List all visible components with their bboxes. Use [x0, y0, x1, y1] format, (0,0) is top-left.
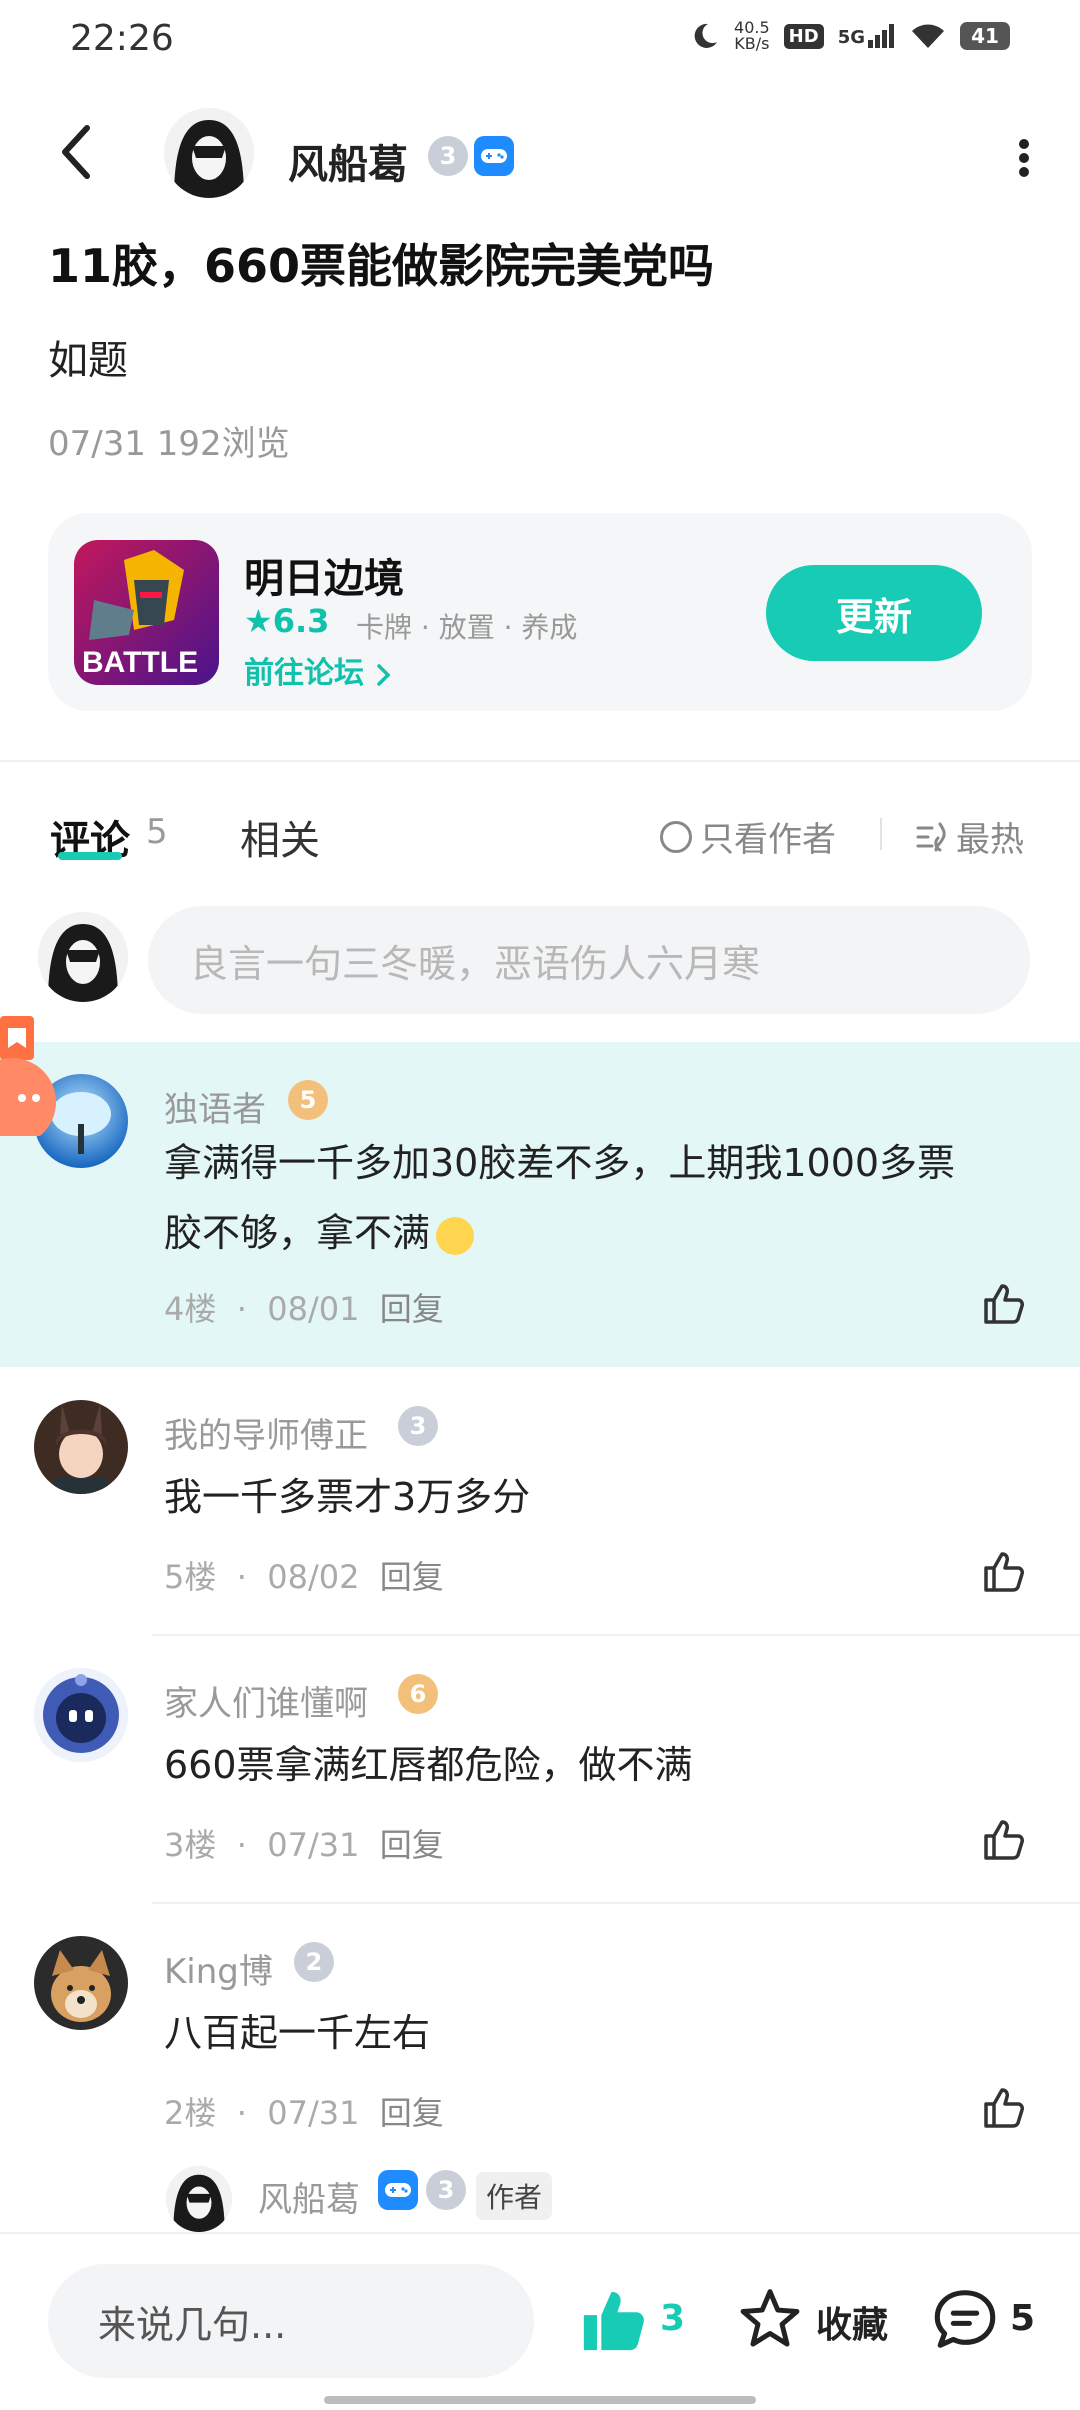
game-rating: ★6.3	[244, 602, 330, 640]
hd-badge: HD	[783, 23, 824, 49]
more-icon[interactable]	[1018, 138, 1030, 178]
thumbs-up-icon[interactable]	[980, 1816, 1028, 1864]
signal-5g-icon: 5G	[838, 24, 896, 48]
gamepad-icon	[378, 2170, 418, 2210]
avatar[interactable]	[166, 2166, 232, 2232]
gamepad-icon	[474, 136, 514, 176]
tab-comment-count: 5	[146, 812, 168, 852]
tab-related[interactable]: 相关	[240, 808, 320, 866]
author-avatar[interactable]	[164, 108, 254, 198]
forum-link[interactable]: 前往论坛	[244, 648, 394, 692]
comment-meta: 2楼 · 07/31 回复	[164, 2094, 444, 2132]
game-name: 明日边境	[244, 556, 404, 602]
game-icon[interactable]: BATTLE	[74, 540, 219, 685]
tab-separator	[880, 818, 882, 850]
author-name[interactable]: 风船葛	[288, 132, 408, 190]
status-time: 22:26	[70, 18, 174, 59]
moon-icon	[694, 23, 718, 48]
thumbs-up-filled-icon[interactable]	[578, 2286, 648, 2356]
thumbs-up-icon[interactable]	[980, 2084, 1028, 2132]
thumbs-up-icon[interactable]	[980, 1280, 1028, 1328]
level-badge: 3	[398, 1406, 438, 1446]
level-badge: 2	[294, 1942, 334, 1982]
level-badge: 3	[428, 136, 468, 176]
sweat-emoji-icon	[436, 1216, 475, 1255]
reply-author[interactable]: 风船葛	[258, 2172, 360, 2221]
comment-meta: 5楼 · 08/02 回复	[164, 1558, 444, 1596]
reply-button[interactable]: 回复	[380, 1826, 444, 1864]
post-meta: 07/31 192浏览	[48, 424, 290, 464]
only-author-toggle[interactable]: 只看作者	[660, 812, 836, 861]
like-count: 3	[660, 2298, 686, 2339]
sort-icon	[916, 822, 946, 851]
post-title: 11胶，660票能做影院完美党吗	[48, 239, 715, 293]
level-badge: 5	[288, 1080, 328, 1120]
post-body: 如题	[48, 338, 128, 384]
comment-text: 660票拿满红唇都危险，做不满	[164, 1743, 693, 1787]
avatar[interactable]	[34, 1400, 128, 1494]
reply-button[interactable]: 回复	[380, 1290, 444, 1328]
author-tag: 作者	[476, 2172, 553, 2220]
star-outline-icon[interactable]	[736, 2286, 804, 2354]
comment-divider	[152, 1902, 1080, 1904]
sort-button[interactable]: 最热	[914, 812, 1024, 861]
star-icon: ★	[244, 602, 273, 640]
avatar[interactable]	[34, 1936, 128, 2030]
net-speed: 40.5 KB/s	[734, 18, 770, 53]
comment-meta: 4楼 · 08/01 回复	[164, 1290, 444, 1328]
floating-widget[interactable]	[0, 1016, 70, 1146]
thumbs-up-icon[interactable]	[980, 1548, 1028, 1596]
radio-icon	[660, 820, 692, 853]
update-button[interactable]: 更新	[766, 565, 982, 661]
level-badge: 3	[426, 2170, 466, 2210]
avatar[interactable]	[34, 1668, 128, 1762]
back-arrow-icon[interactable]	[55, 122, 95, 182]
tab-underline	[58, 852, 122, 860]
level-badge: 6	[398, 1674, 438, 1714]
home-indicator[interactable]	[324, 2396, 756, 2404]
comment-text: 拿满得一千多加30胶差不多，上期我1000多票 胶不够，拿不满	[164, 1141, 956, 1255]
bottom-comment-input[interactable]: 来说几句...	[48, 2264, 534, 2378]
reply-button[interactable]: 回复	[380, 1558, 444, 1596]
my-avatar	[38, 912, 128, 1002]
battery-icon: 41	[960, 22, 1010, 50]
comment-text: 八百起一千左右	[164, 2011, 431, 2055]
game-tags: 卡牌 · 放置 · 养成	[356, 611, 578, 644]
section-divider	[0, 760, 1080, 762]
comment-author[interactable]: 独语者	[164, 1082, 266, 1131]
comment-meta: 3楼 · 07/31 回复	[164, 1826, 444, 1864]
comment-bubble-icon[interactable]	[930, 2284, 1000, 2354]
chevron-right-icon	[377, 663, 391, 686]
svg-text:BATTLE: BATTLE	[82, 646, 198, 679]
comment-author[interactable]: 家人们谁懂啊	[164, 1676, 368, 1725]
comment-divider	[152, 1634, 1080, 1636]
comment-count: 5	[1010, 2298, 1036, 2339]
comment-text: 我一千多票才3万多分	[164, 1475, 531, 1519]
status-icons: 40.5 KB/s HD 5G 41	[690, 20, 1010, 52]
comment-author[interactable]: 我的导师傅正	[164, 1408, 368, 1457]
favorite-button[interactable]: 收藏	[816, 2296, 888, 2348]
comment-author[interactable]: King博	[164, 1944, 273, 1993]
reply-button[interactable]: 回复	[380, 2094, 444, 2132]
comment-input[interactable]: 良言一句三冬暖，恶语伤人六月寒	[148, 906, 1030, 1014]
wifi-icon	[912, 24, 944, 48]
